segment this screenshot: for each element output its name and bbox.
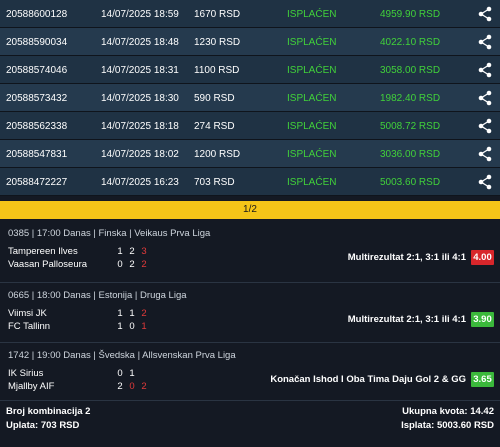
ticket-datetime: 14/07/2025 18:18	[101, 121, 179, 132]
share-icon[interactable]	[478, 118, 492, 134]
match-header: 0385 | 17:00 Danas | Finska | Veikaus Pr…	[8, 228, 211, 239]
total-odds: Ukupna kvota: 14.42	[402, 406, 494, 417]
payout-amount: Isplata: 5003.60 RSD	[401, 420, 494, 431]
match-header: 1742 | 19:00 Danas | Švedska | Allsvensk…	[8, 350, 236, 361]
ticket-id: 20588562338	[6, 121, 68, 132]
home-score-2h: 1	[129, 308, 135, 319]
ticket-row[interactable]: 20588590034 14/07/2025 18:48 1230 RSD IS…	[0, 28, 500, 56]
away-team: Vaasan Palloseura	[8, 259, 88, 270]
ticket-amount: 1200 RSD	[194, 149, 241, 160]
ticket-payout: 3036.00 RSD	[380, 149, 441, 160]
odds-badge: 3.65	[471, 372, 494, 387]
bet-pick: Multirezultat 2:1, 3:1 ili 4:1	[347, 252, 466, 263]
away-team: Mjallby AIF	[8, 381, 55, 392]
match-event: 0665 | 18:00 Danas | Estonija | Druga Li…	[0, 290, 500, 353]
ticket-status: ISPLAĆEN	[287, 93, 337, 104]
ticket-id: 20588547831	[6, 149, 68, 160]
ticket-payout: 3058.00 RSD	[380, 65, 441, 76]
ticket-datetime: 14/07/2025 18:31	[101, 65, 179, 76]
home-team: Viimsi JK	[8, 308, 47, 319]
home-score-ht: 1	[117, 308, 123, 319]
ticket-payout: 1982.40 RSD	[380, 93, 441, 104]
away-score-2h: 2	[129, 259, 135, 270]
ticket-status: ISPLAĆEN	[287, 65, 337, 76]
odds-badge: 3.90	[471, 312, 494, 327]
share-icon[interactable]	[478, 90, 492, 106]
home-score-ht: 0	[117, 368, 123, 379]
away-score-ht: 2	[117, 381, 123, 392]
share-icon[interactable]	[478, 174, 492, 190]
ticket-id: 20588472227	[6, 177, 68, 188]
ticket-status: ISPLAĆEN	[287, 149, 337, 160]
share-icon[interactable]	[478, 146, 492, 162]
bet-pick: Multirezultat 2:1, 3:1 ili 4:1	[347, 314, 466, 325]
share-icon[interactable]	[478, 6, 492, 22]
ticket-status: ISPLAĆEN	[287, 177, 337, 188]
ticket-payout: 5008.72 RSD	[380, 121, 441, 132]
ticket-list: 20588600128 14/07/2025 18:59 1670 RSD IS…	[0, 0, 500, 196]
ticket-amount: 1670 RSD	[194, 9, 241, 20]
ticket-payout: 5003.60 RSD	[380, 177, 441, 188]
away-score-ft: 2	[141, 381, 147, 392]
away-score-ft: 2	[141, 259, 147, 270]
divider	[0, 342, 500, 343]
ticket-id: 20588573432	[6, 93, 68, 104]
share-icon[interactable]	[478, 34, 492, 50]
ticket-status: ISPLAĆEN	[287, 37, 337, 48]
share-icon[interactable]	[478, 62, 492, 78]
match-event: 1742 | 19:00 Danas | Švedska | Allsvensk…	[0, 350, 500, 413]
home-score-ht: 1	[117, 246, 123, 257]
ticket-id: 20588600128	[6, 9, 68, 20]
odds-badge: 4.00	[471, 250, 494, 265]
away-score-ft: 1	[141, 321, 147, 332]
ticket-row[interactable]: 20588574046 14/07/2025 18:31 1100 RSD IS…	[0, 56, 500, 84]
ticket-payout: 4959.90 RSD	[380, 9, 441, 20]
ticket-status: ISPLAĆEN	[287, 9, 337, 20]
away-score-2h: 0	[129, 321, 135, 332]
divider	[0, 400, 500, 401]
ticket-datetime: 14/07/2025 16:23	[101, 177, 179, 188]
ticket-status: ISPLAĆEN	[287, 121, 337, 132]
match-header: 0665 | 18:00 Danas | Estonija | Druga Li…	[8, 290, 187, 301]
home-team: Tampereen Ilves	[8, 246, 78, 257]
ticket-amount: 590 RSD	[194, 93, 235, 104]
ticket-row[interactable]: 20588562338 14/07/2025 18:18 274 RSD ISP…	[0, 112, 500, 140]
home-score-ft: 3	[141, 246, 147, 257]
away-score-ht: 0	[117, 259, 123, 270]
pagination-bar[interactable]: 1/2	[0, 201, 500, 219]
ticket-amount: 703 RSD	[194, 177, 235, 188]
ticket-row[interactable]: 20588472227 14/07/2025 16:23 703 RSD ISP…	[0, 168, 500, 196]
ticket-row[interactable]: 20588573432 14/07/2025 18:30 590 RSD ISP…	[0, 84, 500, 112]
ticket-datetime: 14/07/2025 18:30	[101, 93, 179, 104]
ticket-datetime: 14/07/2025 18:02	[101, 149, 179, 160]
bet-pick: Konačan Ishod I Oba Tima Daju Gol 2 & GG	[270, 374, 466, 385]
combination-count: Broj kombinacija 2	[6, 406, 91, 417]
ticket-amount: 274 RSD	[194, 121, 235, 132]
page-indicator: 1/2	[243, 204, 257, 215]
ticket-id: 20588574046	[6, 65, 68, 76]
stake-amount: Uplata: 703 RSD	[6, 420, 80, 431]
ticket-amount: 1230 RSD	[194, 37, 241, 48]
home-score-ft: 2	[141, 308, 147, 319]
ticket-amount: 1100 RSD	[194, 65, 240, 76]
ticket-id: 20588590034	[6, 37, 68, 48]
divider	[0, 282, 500, 283]
away-team: FC Tallinn	[8, 321, 51, 332]
ticket-datetime: 14/07/2025 18:48	[101, 37, 179, 48]
home-score-2h: 1	[129, 368, 135, 379]
ticket-row[interactable]: 20588600128 14/07/2025 18:59 1670 RSD IS…	[0, 0, 500, 28]
home-team: IK Sirius	[8, 368, 44, 379]
away-score-ht: 1	[117, 321, 123, 332]
ticket-payout: 4022.10 RSD	[380, 37, 441, 48]
away-score-2h: 0	[129, 381, 135, 392]
home-score-2h: 2	[129, 246, 135, 257]
ticket-row[interactable]: 20588547831 14/07/2025 18:02 1200 RSD IS…	[0, 140, 500, 168]
ticket-datetime: 14/07/2025 18:59	[101, 9, 179, 20]
